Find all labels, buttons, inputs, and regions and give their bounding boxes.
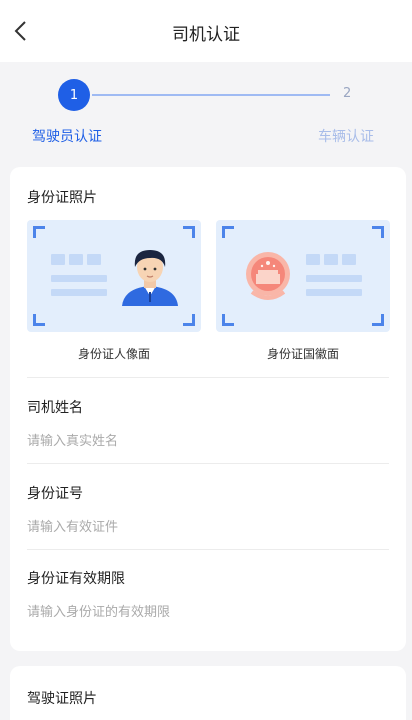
id-back-upload[interactable]	[216, 220, 390, 332]
driver-name-input[interactable]	[27, 431, 387, 451]
nav-bar: 司机认证	[0, 0, 412, 62]
divider	[27, 549, 389, 550]
placeholder-block	[324, 254, 338, 265]
frame-corner	[222, 314, 234, 326]
national-emblem-icon	[246, 252, 290, 300]
placeholder-block	[69, 254, 83, 265]
id-validity-input[interactable]	[27, 602, 387, 622]
frame-corner	[372, 226, 384, 238]
page-title: 司机认证	[172, 25, 240, 45]
step-1-indicator: 1	[58, 79, 90, 111]
divider	[27, 377, 389, 378]
frame-corner	[33, 226, 45, 238]
progress-stepper: 1 2 驾驶员认证 车辆认证	[0, 62, 412, 154]
id-front-caption: 身份证人像面	[77, 347, 150, 361]
placeholder-block	[342, 254, 356, 265]
frame-corner	[222, 226, 234, 238]
placeholder-line	[51, 289, 107, 296]
step-2-label: 车辆认证	[318, 129, 374, 145]
frame-corner	[33, 314, 45, 326]
frame-corner	[372, 314, 384, 326]
license-photo-card: 驾驶证照片	[10, 666, 406, 720]
divider	[27, 463, 389, 464]
placeholder-line	[306, 289, 362, 296]
portrait-avatar-icon	[122, 250, 178, 306]
id-front-upload[interactable]	[27, 220, 201, 332]
id-back-caption: 身份证国徽面	[266, 347, 339, 361]
id-validity-label: 身份证有效期限	[27, 571, 125, 587]
placeholder-line	[306, 275, 362, 282]
step-2-indicator: 2	[343, 86, 352, 101]
placeholder-block	[306, 254, 320, 265]
id-photo-section-title: 身份证照片	[27, 190, 97, 206]
placeholder-line	[51, 275, 107, 282]
step-connector	[92, 94, 330, 96]
step-1-label: 驾驶员认证	[32, 129, 102, 145]
driver-info-card: 身份证照片 身份证人像面 身份证国徽面 司机姓名 请输入真实姓名 身份证号 请输…	[10, 167, 406, 651]
license-photo-section-title: 驾驶证照片	[27, 691, 97, 707]
id-number-label: 身份证号	[27, 486, 83, 502]
id-number-input[interactable]	[27, 517, 387, 537]
frame-corner	[183, 226, 195, 238]
frame-corner	[183, 314, 195, 326]
driver-name-label: 司机姓名	[27, 400, 83, 416]
placeholder-block	[51, 254, 65, 265]
placeholder-block	[87, 254, 101, 265]
